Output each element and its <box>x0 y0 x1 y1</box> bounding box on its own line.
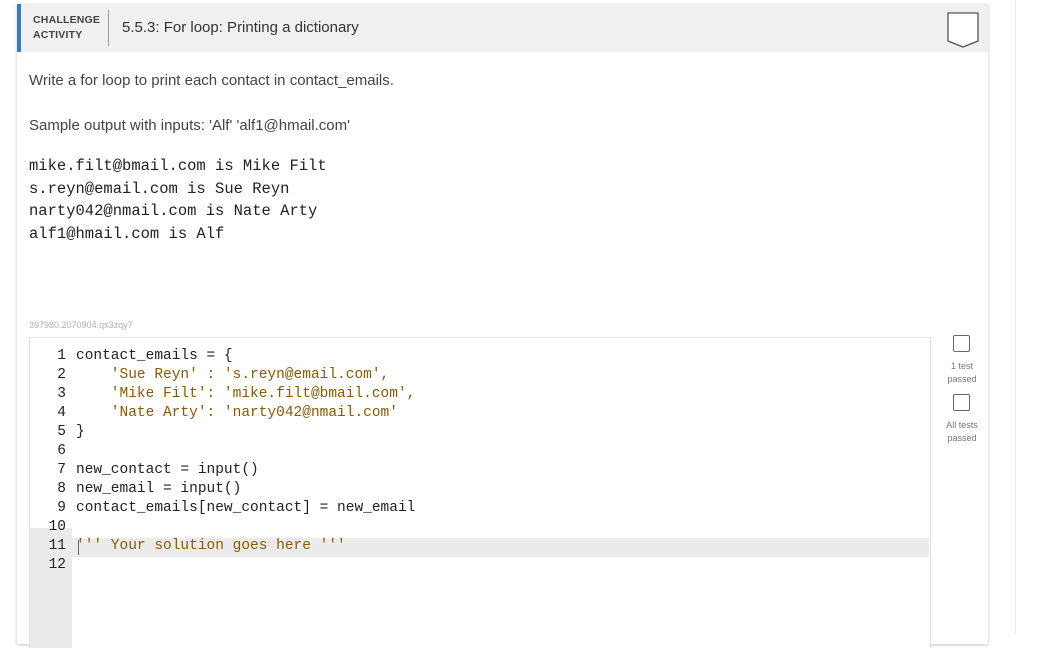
code-line[interactable]: new_contact = input() <box>76 462 259 478</box>
code-line[interactable]: 'Sue Reyn' : 's.reyn@email.com', <box>76 367 389 383</box>
sample-output-label: Sample output with inputs: 'Alf' 'alf1@h… <box>29 117 350 134</box>
line-number: 9 <box>57 500 66 516</box>
code-line[interactable]: new_email = input() <box>76 481 241 497</box>
sample-output-line: mike.filt@bmail.com is Mike Filt <box>29 157 327 175</box>
sample-output: mike.filt@bmail.com is Mike Filt s.reyn@… <box>29 155 327 245</box>
line-number: 6 <box>57 443 66 459</box>
first-test-status: 1 test passed <box>937 360 987 386</box>
code-line[interactable]: contact_emails = { <box>76 348 233 364</box>
sample-output-line: narty042@nmail.com is Nate Arty <box>29 202 318 220</box>
code-line[interactable]: contact_emails[new_contact] = new_email <box>76 500 415 516</box>
all-tests-line2: passed <box>947 433 977 443</box>
line-number: 8 <box>57 481 66 497</box>
line-number: 12 <box>48 557 66 573</box>
code-line[interactable]: 'Mike Filt': 'mike.filt@bmail.com', <box>76 386 416 402</box>
line-number: 1 <box>57 348 66 364</box>
activity-type-label: CHALLENGE ACTIVITY <box>33 13 100 43</box>
code-editor[interactable]: 1 2 3 4 5 6 7 8 9 10 11 12 contact_email… <box>29 337 931 648</box>
line-number: 2 <box>57 367 66 383</box>
line-number: 7 <box>57 462 66 478</box>
instructions-text: Write a for loop to print each contact i… <box>29 72 394 89</box>
first-test-checkbox-icon <box>953 335 970 352</box>
code-line[interactable]: } <box>76 424 85 440</box>
page-edge-divider <box>1015 0 1016 634</box>
all-tests-status: All tests passed <box>937 419 987 445</box>
activity-header: CHALLENGE ACTIVITY 5.5.3: For loop: Prin… <box>17 4 988 52</box>
line-number: 11 <box>48 538 66 554</box>
all-tests-checkbox-icon <box>953 394 970 411</box>
challenge-activity-card: CHALLENGE ACTIVITY 5.5.3: For loop: Prin… <box>17 4 988 648</box>
activity-title: 5.5.3: For loop: Printing a dictionary <box>122 19 359 36</box>
line-number: 3 <box>57 386 66 402</box>
bookmark-icon[interactable] <box>947 12 979 48</box>
code-id: 397980.2070904.qx3zqy7 <box>29 320 133 330</box>
line-number: 10 <box>48 519 66 535</box>
sample-output-line: s.reyn@email.com is Sue Reyn <box>29 179 290 198</box>
activity-type-line2: ACTIVITY <box>33 29 83 41</box>
header-divider <box>108 10 109 46</box>
code-line[interactable]: ''' Your solution goes here ''' <box>76 538 346 554</box>
first-test-line1: 1 test <box>950 361 973 371</box>
first-test-line2: passed <box>947 374 977 384</box>
code-line[interactable]: 'Nate Arty': 'narty042@nmail.com' <box>76 405 398 421</box>
sample-output-line: alf1@hmail.com is Alf <box>29 224 225 243</box>
line-number: 4 <box>57 405 66 421</box>
all-tests-line1: All tests <box>946 420 978 430</box>
line-number: 5 <box>57 424 66 440</box>
activity-type-line1: CHALLENGE <box>33 14 101 26</box>
